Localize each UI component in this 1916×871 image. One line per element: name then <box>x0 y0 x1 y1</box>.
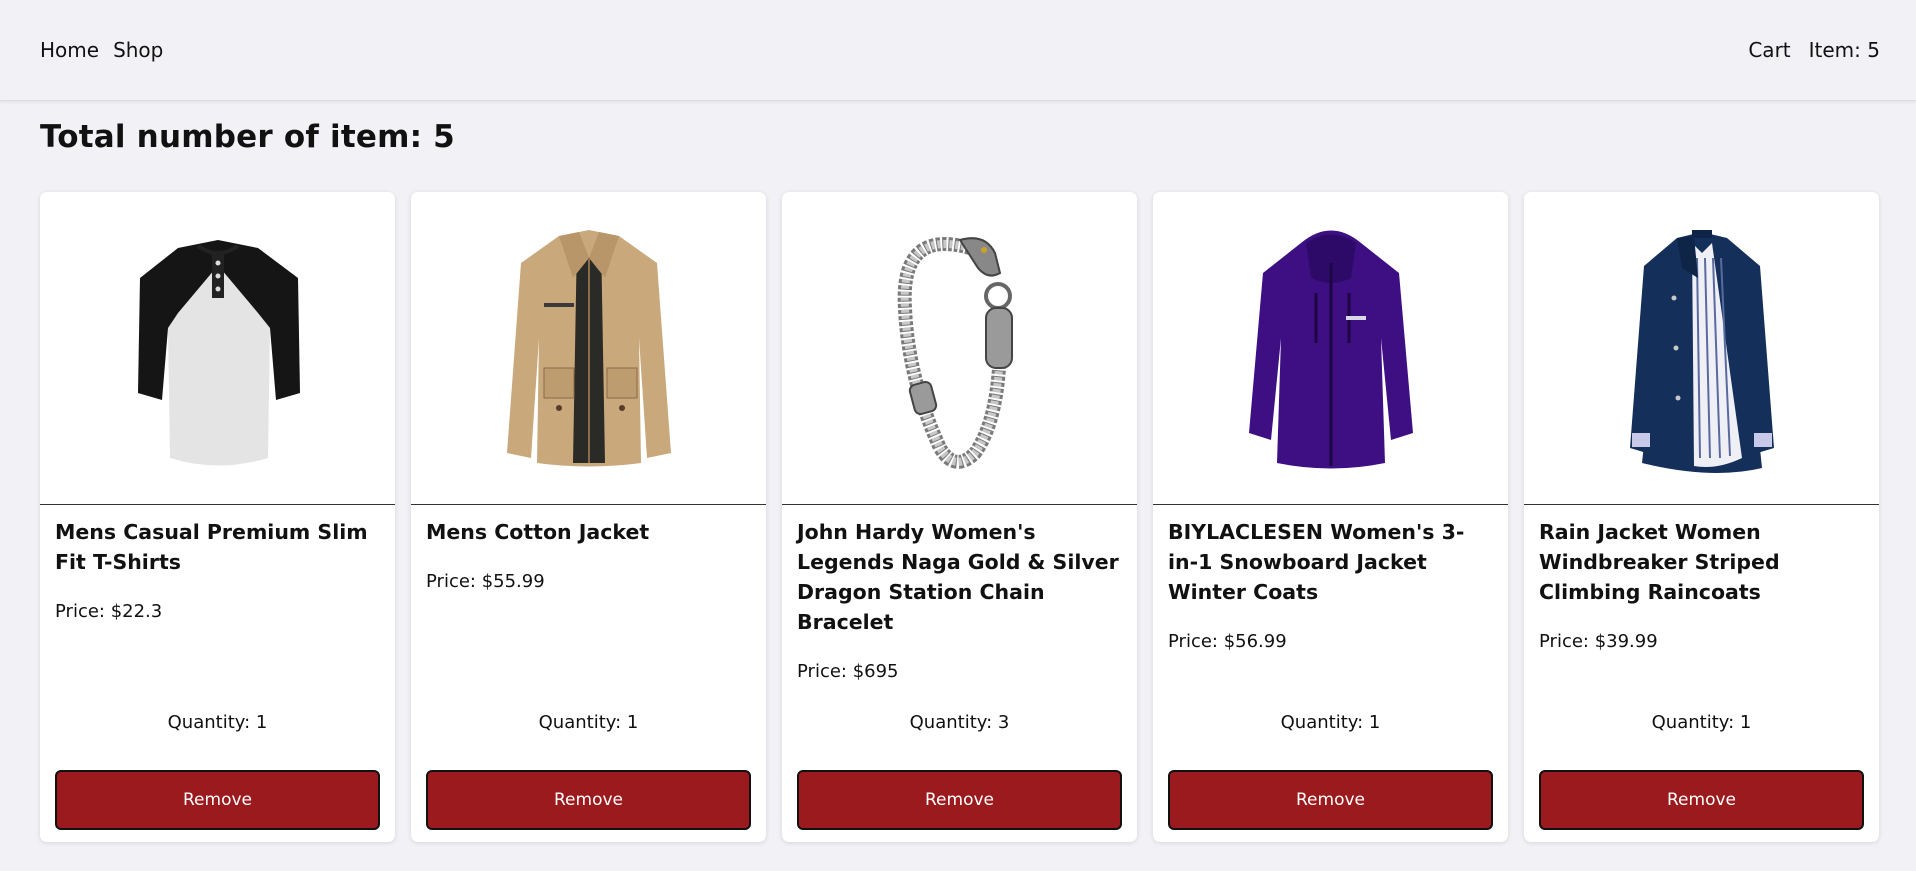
product-image <box>411 192 766 505</box>
nav-cart-link[interactable]: Cart <box>1748 38 1790 62</box>
product-price: Price: $695 <box>797 661 899 682</box>
product-quantity: Quantity: 1 <box>1651 712 1752 733</box>
raglan-tshirt-image <box>137 240 300 466</box>
product-image <box>40 192 395 505</box>
product-price: Price: $55.99 <box>426 571 545 592</box>
dragon-bracelet-image <box>897 237 1013 469</box>
product-price: Price: $39.99 <box>1539 631 1658 652</box>
product-title: Rain Jacket Women Windbreaker Striped Cl… <box>1539 520 1780 604</box>
remove-button[interactable]: Remove <box>1539 770 1864 830</box>
remove-button[interactable]: Remove <box>426 770 751 830</box>
product-quantity: Quantity: 1 <box>538 712 639 733</box>
product-image <box>1153 192 1508 505</box>
nav-left: Home Shop <box>40 38 177 62</box>
product-title: John Hardy Women's Legends Naga Gold & S… <box>797 520 1119 634</box>
cart-item-card: Rain Jacket Women Windbreaker Striped Cl… <box>1524 192 1879 842</box>
cart-item-card: Mens Casual Premium Slim Fit T-Shirts Pr… <box>40 192 395 842</box>
nav-right: Cart Item: 5 <box>1730 38 1880 62</box>
product-image <box>1524 192 1879 505</box>
product-image <box>782 192 1137 505</box>
nav-shop-link[interactable]: Shop <box>113 38 163 62</box>
product-title: BIYLACLESEN Women's 3-in-1 Snowboard Jac… <box>1168 520 1465 604</box>
product-price: Price: $22.3 <box>55 601 163 622</box>
remove-button[interactable]: Remove <box>1168 770 1493 830</box>
cart-item-card: BIYLACLESEN Women's 3-in-1 Snowboard Jac… <box>1153 192 1508 842</box>
remove-button[interactable]: Remove <box>797 770 1122 830</box>
product-quantity: Quantity: 1 <box>1280 712 1381 733</box>
purple-snowboard-jacket-image <box>1248 230 1413 469</box>
product-title: Mens Casual Premium Slim Fit T-Shirts <box>55 520 368 574</box>
cart-item-card: Mens Cotton Jacket Price: $55.99 Quantit… <box>411 192 766 842</box>
cotton-jacket-image <box>506 230 671 467</box>
page-title: Total number of item: 5 <box>40 119 455 155</box>
product-title: Mens Cotton Jacket <box>426 520 650 544</box>
cart-items-grid: Mens Casual Premium Slim Fit T-Shirts Pr… <box>0 192 1916 842</box>
navy-raincoat-image <box>1629 230 1774 473</box>
nav-home-link[interactable]: Home <box>40 38 99 62</box>
product-price: Price: $56.99 <box>1168 631 1287 652</box>
product-quantity: Quantity: 1 <box>167 712 268 733</box>
cart-item-card: John Hardy Women's Legends Naga Gold & S… <box>782 192 1137 842</box>
cart-item-count: Item: 5 <box>1808 38 1880 62</box>
remove-button[interactable]: Remove <box>55 770 380 830</box>
product-quantity: Quantity: 3 <box>909 712 1010 733</box>
navbar: Home Shop Cart Item: 5 <box>0 0 1916 101</box>
